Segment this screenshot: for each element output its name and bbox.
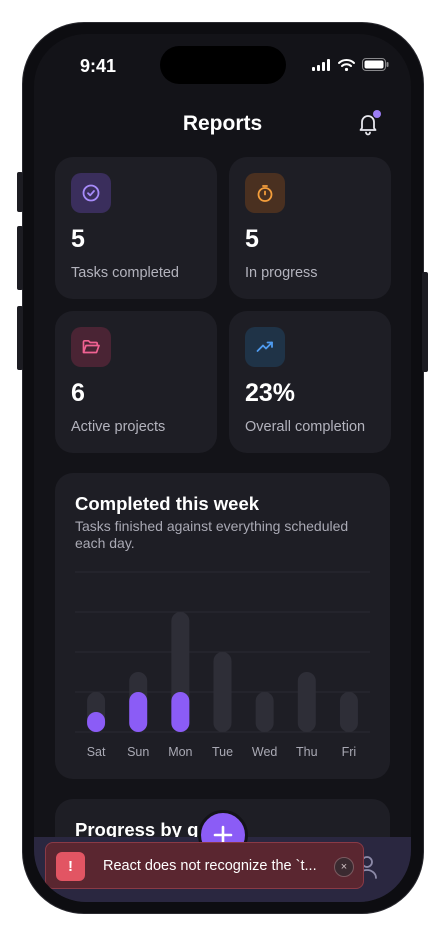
toast-message: React does not recognize the `t...	[103, 858, 317, 874]
status-time: 9:41	[80, 56, 117, 76]
signal-icon	[312, 58, 330, 71]
action-button	[17, 172, 23, 212]
wifi-icon	[338, 58, 355, 71]
stat-label: Active projects	[71, 419, 166, 435]
x-tick-label: Sun	[127, 745, 149, 759]
x-tick-label: Wed	[252, 745, 278, 759]
close-icon[interactable]: ×	[334, 857, 354, 877]
weekly-bar-chart: Sat Sun Mon Tue Wed Thu Fri	[75, 571, 370, 759]
error-toast[interactable]: ! React does not recognize the `t... ×	[45, 842, 364, 889]
stat-label: Overall completion	[245, 419, 366, 435]
x-tick-label: Tue	[212, 745, 233, 759]
stat-label: Tasks completed	[71, 265, 179, 281]
bar-completed-sun	[129, 692, 148, 732]
error-icon: !	[56, 852, 85, 881]
trending-up-icon	[245, 327, 285, 367]
app-screen: 9:41 Reports 5 Tasks completed 5 In prog…	[34, 34, 411, 902]
bar-scheduled-fri	[339, 692, 358, 732]
stat-card-in-progress[interactable]: 5 In progress	[229, 157, 391, 299]
stopwatch-icon	[245, 173, 285, 213]
stat-value: 6	[71, 379, 85, 407]
notification-dot	[373, 110, 381, 118]
stat-value: 23%	[245, 379, 296, 407]
folder-open-icon	[71, 327, 111, 367]
power-button	[422, 272, 428, 372]
dynamic-island	[160, 46, 286, 84]
stat-label: In progress	[245, 265, 318, 281]
stat-value: 5	[245, 225, 259, 253]
page-title: Reports	[182, 112, 263, 135]
status-icons	[312, 58, 389, 71]
x-tick-label: Mon	[168, 745, 192, 759]
x-tick-label: Fri	[342, 745, 357, 759]
stat-card-overall-completion[interactable]: 23% Overall completion	[229, 311, 391, 453]
volume-down-button	[17, 306, 23, 370]
bar-scheduled-wed	[255, 692, 274, 732]
stat-card-active-projects[interactable]: 6 Active projects	[55, 311, 217, 453]
bar-completed-sat	[87, 712, 106, 732]
battery-icon	[362, 58, 389, 71]
volume-up-button	[17, 226, 23, 290]
bar-completed-mon	[171, 692, 190, 732]
bar-scheduled-tue	[213, 652, 232, 732]
x-tick-label: Sat	[87, 745, 106, 759]
stat-value: 5	[71, 225, 85, 253]
stat-card-tasks-completed[interactable]: 5 Tasks completed	[55, 157, 217, 299]
check-circle-icon	[71, 173, 111, 213]
weekly-chart-card: Completed this week Tasks finished again…	[55, 473, 390, 779]
bar-scheduled-thu	[297, 672, 316, 732]
x-tick-label: Thu	[296, 745, 318, 759]
